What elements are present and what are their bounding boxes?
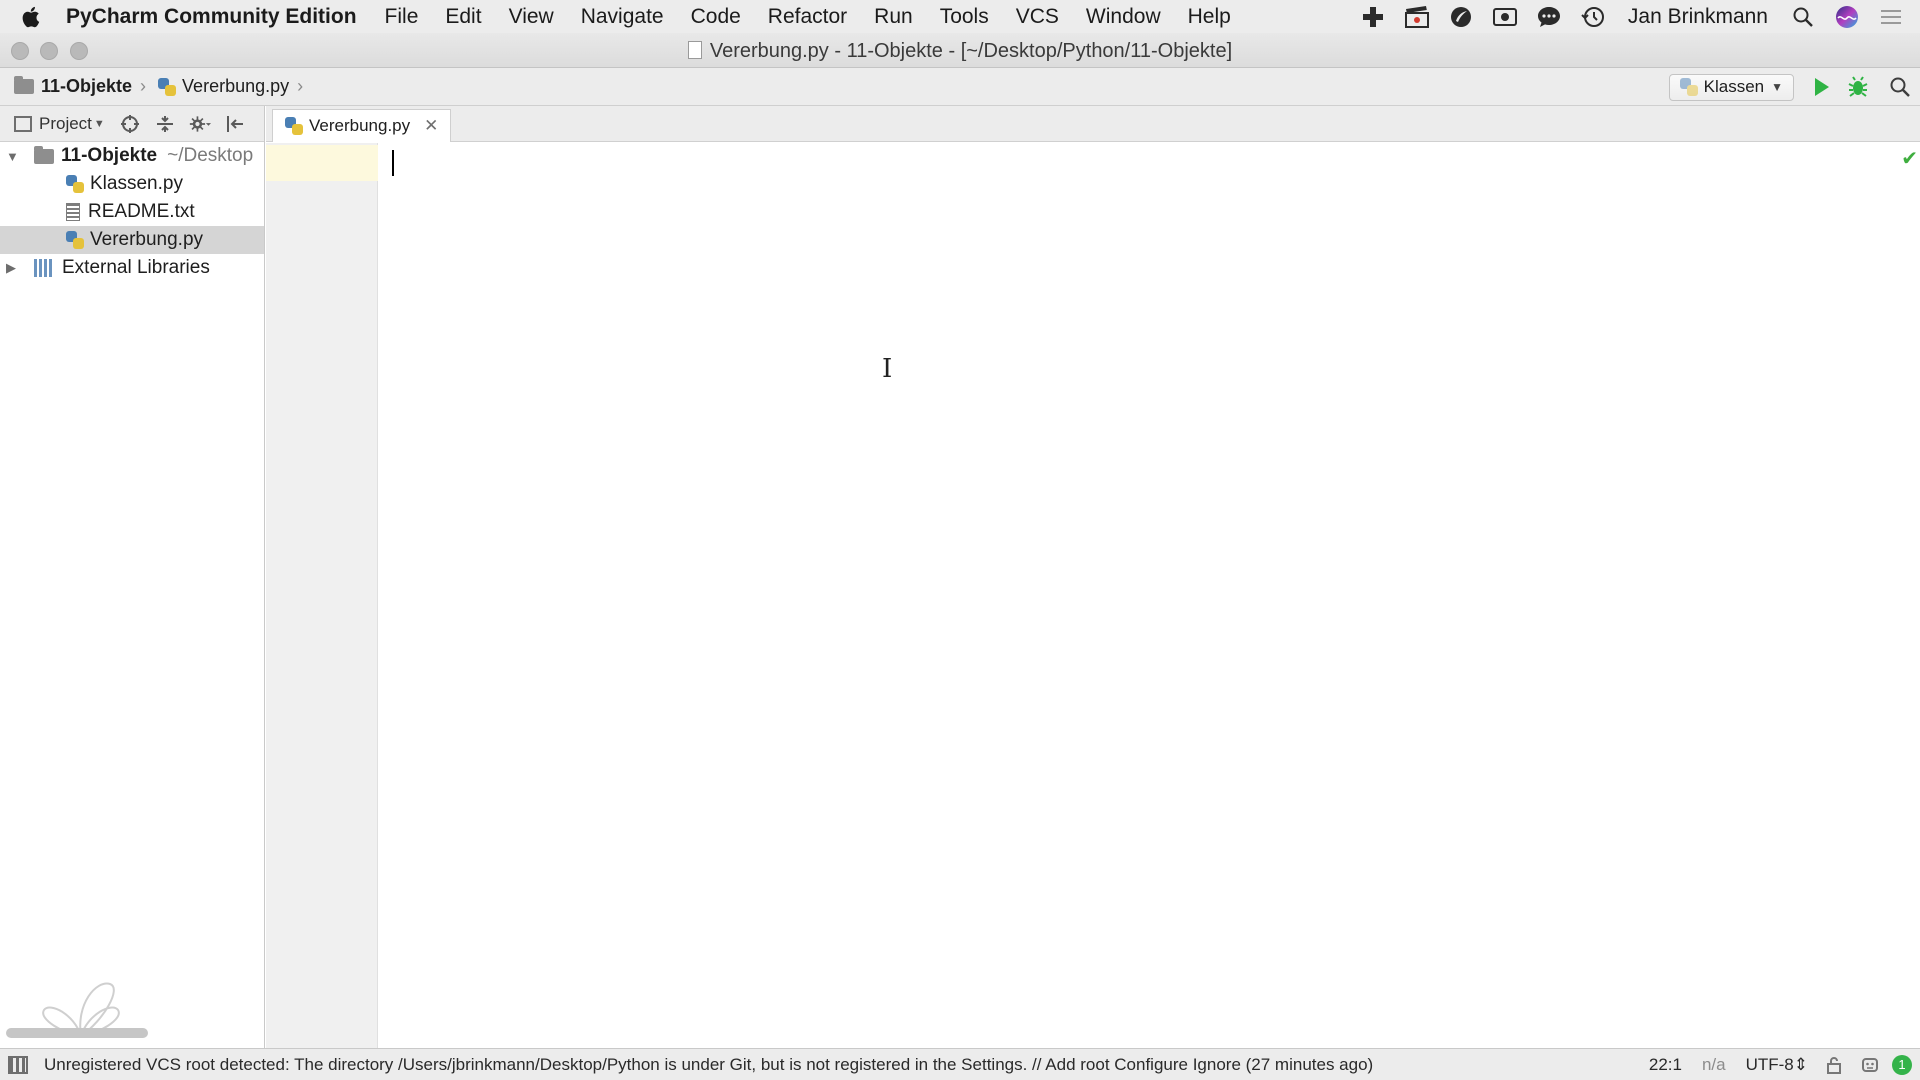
hide-panel-icon[interactable] (224, 113, 246, 135)
notifications-badge[interactable]: 1 (1892, 1054, 1912, 1075)
folder-icon (14, 76, 34, 94)
chevron-right-icon[interactable]: ▶ (6, 260, 18, 276)
chevron-right-icon: › (297, 76, 304, 96)
tree-item-klassen[interactable]: Klassen.py (0, 170, 264, 198)
editor-gutter[interactable] (266, 143, 378, 1048)
lock-icon[interactable] (1824, 1055, 1844, 1075)
project-tool-window: Project ▼ ▼ 11-Objekte ~/Desktop Klassen… (0, 106, 265, 1048)
menu-window[interactable]: Window (1086, 5, 1161, 29)
file-encoding[interactable]: UTF-8⇕ (1746, 1055, 1808, 1075)
window-title-bar: Vererbung.py - 11-Objekte - [~/Desktop/P… (0, 33, 1920, 68)
document-icon (687, 41, 702, 59)
inspector-face-icon[interactable] (1860, 1055, 1880, 1075)
tool-windows-toggle-icon[interactable] (8, 1055, 28, 1074)
menu-vcs[interactable]: VCS (1016, 5, 1059, 29)
close-tab-icon[interactable]: ✕ (424, 116, 438, 136)
apple-icon[interactable] (20, 5, 66, 29)
run-configuration-select[interactable]: Klassen ▼ (1668, 73, 1794, 101)
notification-center-icon[interactable] (1876, 5, 1906, 29)
chat-bubble-icon[interactable] (1534, 5, 1564, 29)
chevron-down-icon[interactable]: ▼ (6, 149, 19, 164)
search-everywhere-icon[interactable] (1886, 73, 1914, 101)
vcs-notification-message[interactable]: Unregistered VCS root detected: The dire… (44, 1055, 1629, 1075)
window-title: Vererbung.py - 11-Objekte - [~/Desktop/P… (0, 40, 1920, 63)
menu-file[interactable]: File (385, 5, 419, 29)
run-button[interactable] (1808, 73, 1836, 101)
mouse-ibeam-cursor-icon: I (882, 354, 893, 384)
macos-menu-bar: PyCharm Community Edition File Edit View… (0, 0, 1920, 33)
python-file-icon (285, 117, 303, 135)
breadcrumb-file[interactable]: Vererbung.py › (158, 76, 303, 97)
settings-gear-icon[interactable] (189, 113, 211, 135)
editor-area: Vererbung.py ✕ I ✔ (266, 106, 1920, 1048)
current-line-highlight (266, 145, 378, 181)
menu-code[interactable]: Code (691, 5, 741, 29)
line-separator[interactable]: n/a (1702, 1055, 1726, 1075)
leaf-icon[interactable] (1446, 5, 1476, 29)
menu-navigate[interactable]: Navigate (581, 5, 664, 29)
code-text-area[interactable] (379, 143, 1920, 1048)
scroll-from-source-icon[interactable] (119, 113, 141, 135)
navigation-bar: 11-Objekte › Vererbung.py › Klassen ▼ (0, 68, 1920, 106)
menu-tools[interactable]: Tools (940, 5, 989, 29)
project-view-select[interactable]: Project ▼ (14, 114, 105, 134)
chevron-down-icon: ▼ (1771, 80, 1783, 94)
python-config-icon (1679, 78, 1698, 96)
text-cursor (392, 150, 394, 176)
clapperboard-icon[interactable] (1402, 5, 1432, 29)
menu-run[interactable]: Run (874, 5, 913, 29)
siri-icon[interactable] (1832, 5, 1862, 29)
library-icon (34, 259, 54, 277)
tree-external-libraries[interactable]: ▶ External Libraries (0, 254, 264, 282)
project-view-icon (14, 115, 32, 132)
folder-icon (34, 145, 54, 164)
spotlight-search-icon[interactable] (1788, 5, 1818, 29)
python-file-icon (158, 77, 177, 96)
python-file-icon (66, 231, 84, 249)
app-name-menu[interactable]: PyCharm Community Edition (66, 5, 357, 29)
screen-record-icon[interactable] (1490, 5, 1520, 29)
inspection-ok-check-icon[interactable]: ✔ (1901, 146, 1918, 171)
editor-tab-vererbung[interactable]: Vererbung.py ✕ (272, 109, 452, 142)
user-name-menu[interactable]: Jan Brinkmann (1628, 5, 1768, 29)
caret-position[interactable]: 22:1 (1649, 1055, 1682, 1075)
tree-root-folder[interactable]: ▼ 11-Objekte ~/Desktop (0, 142, 264, 170)
python-file-icon (66, 175, 84, 193)
tree-item-vererbung[interactable]: Vererbung.py (0, 226, 264, 254)
project-panel-header: Project ▼ (0, 106, 264, 142)
plus-status-icon[interactable] (1358, 5, 1388, 29)
text-file-icon (66, 203, 80, 221)
status-bar: Unregistered VCS root detected: The dire… (0, 1048, 1920, 1080)
menu-refactor[interactable]: Refactor (768, 5, 847, 29)
chevron-right-icon: › (140, 76, 147, 96)
menu-view[interactable]: View (509, 5, 554, 29)
tree-item-readme[interactable]: README.txt (0, 198, 264, 226)
menu-help[interactable]: Help (1188, 5, 1231, 29)
collapse-all-icon[interactable] (154, 113, 176, 135)
time-machine-icon[interactable] (1578, 5, 1608, 29)
debug-button[interactable] (1844, 73, 1872, 101)
chevron-down-icon: ▼ (93, 117, 105, 130)
horizontal-scrollbar[interactable] (6, 1028, 148, 1038)
editor-tabs-bar: Vererbung.py ✕ (266, 106, 1920, 142)
menu-edit[interactable]: Edit (445, 5, 481, 29)
breadcrumb-project[interactable]: 11-Objekte › (14, 76, 146, 97)
